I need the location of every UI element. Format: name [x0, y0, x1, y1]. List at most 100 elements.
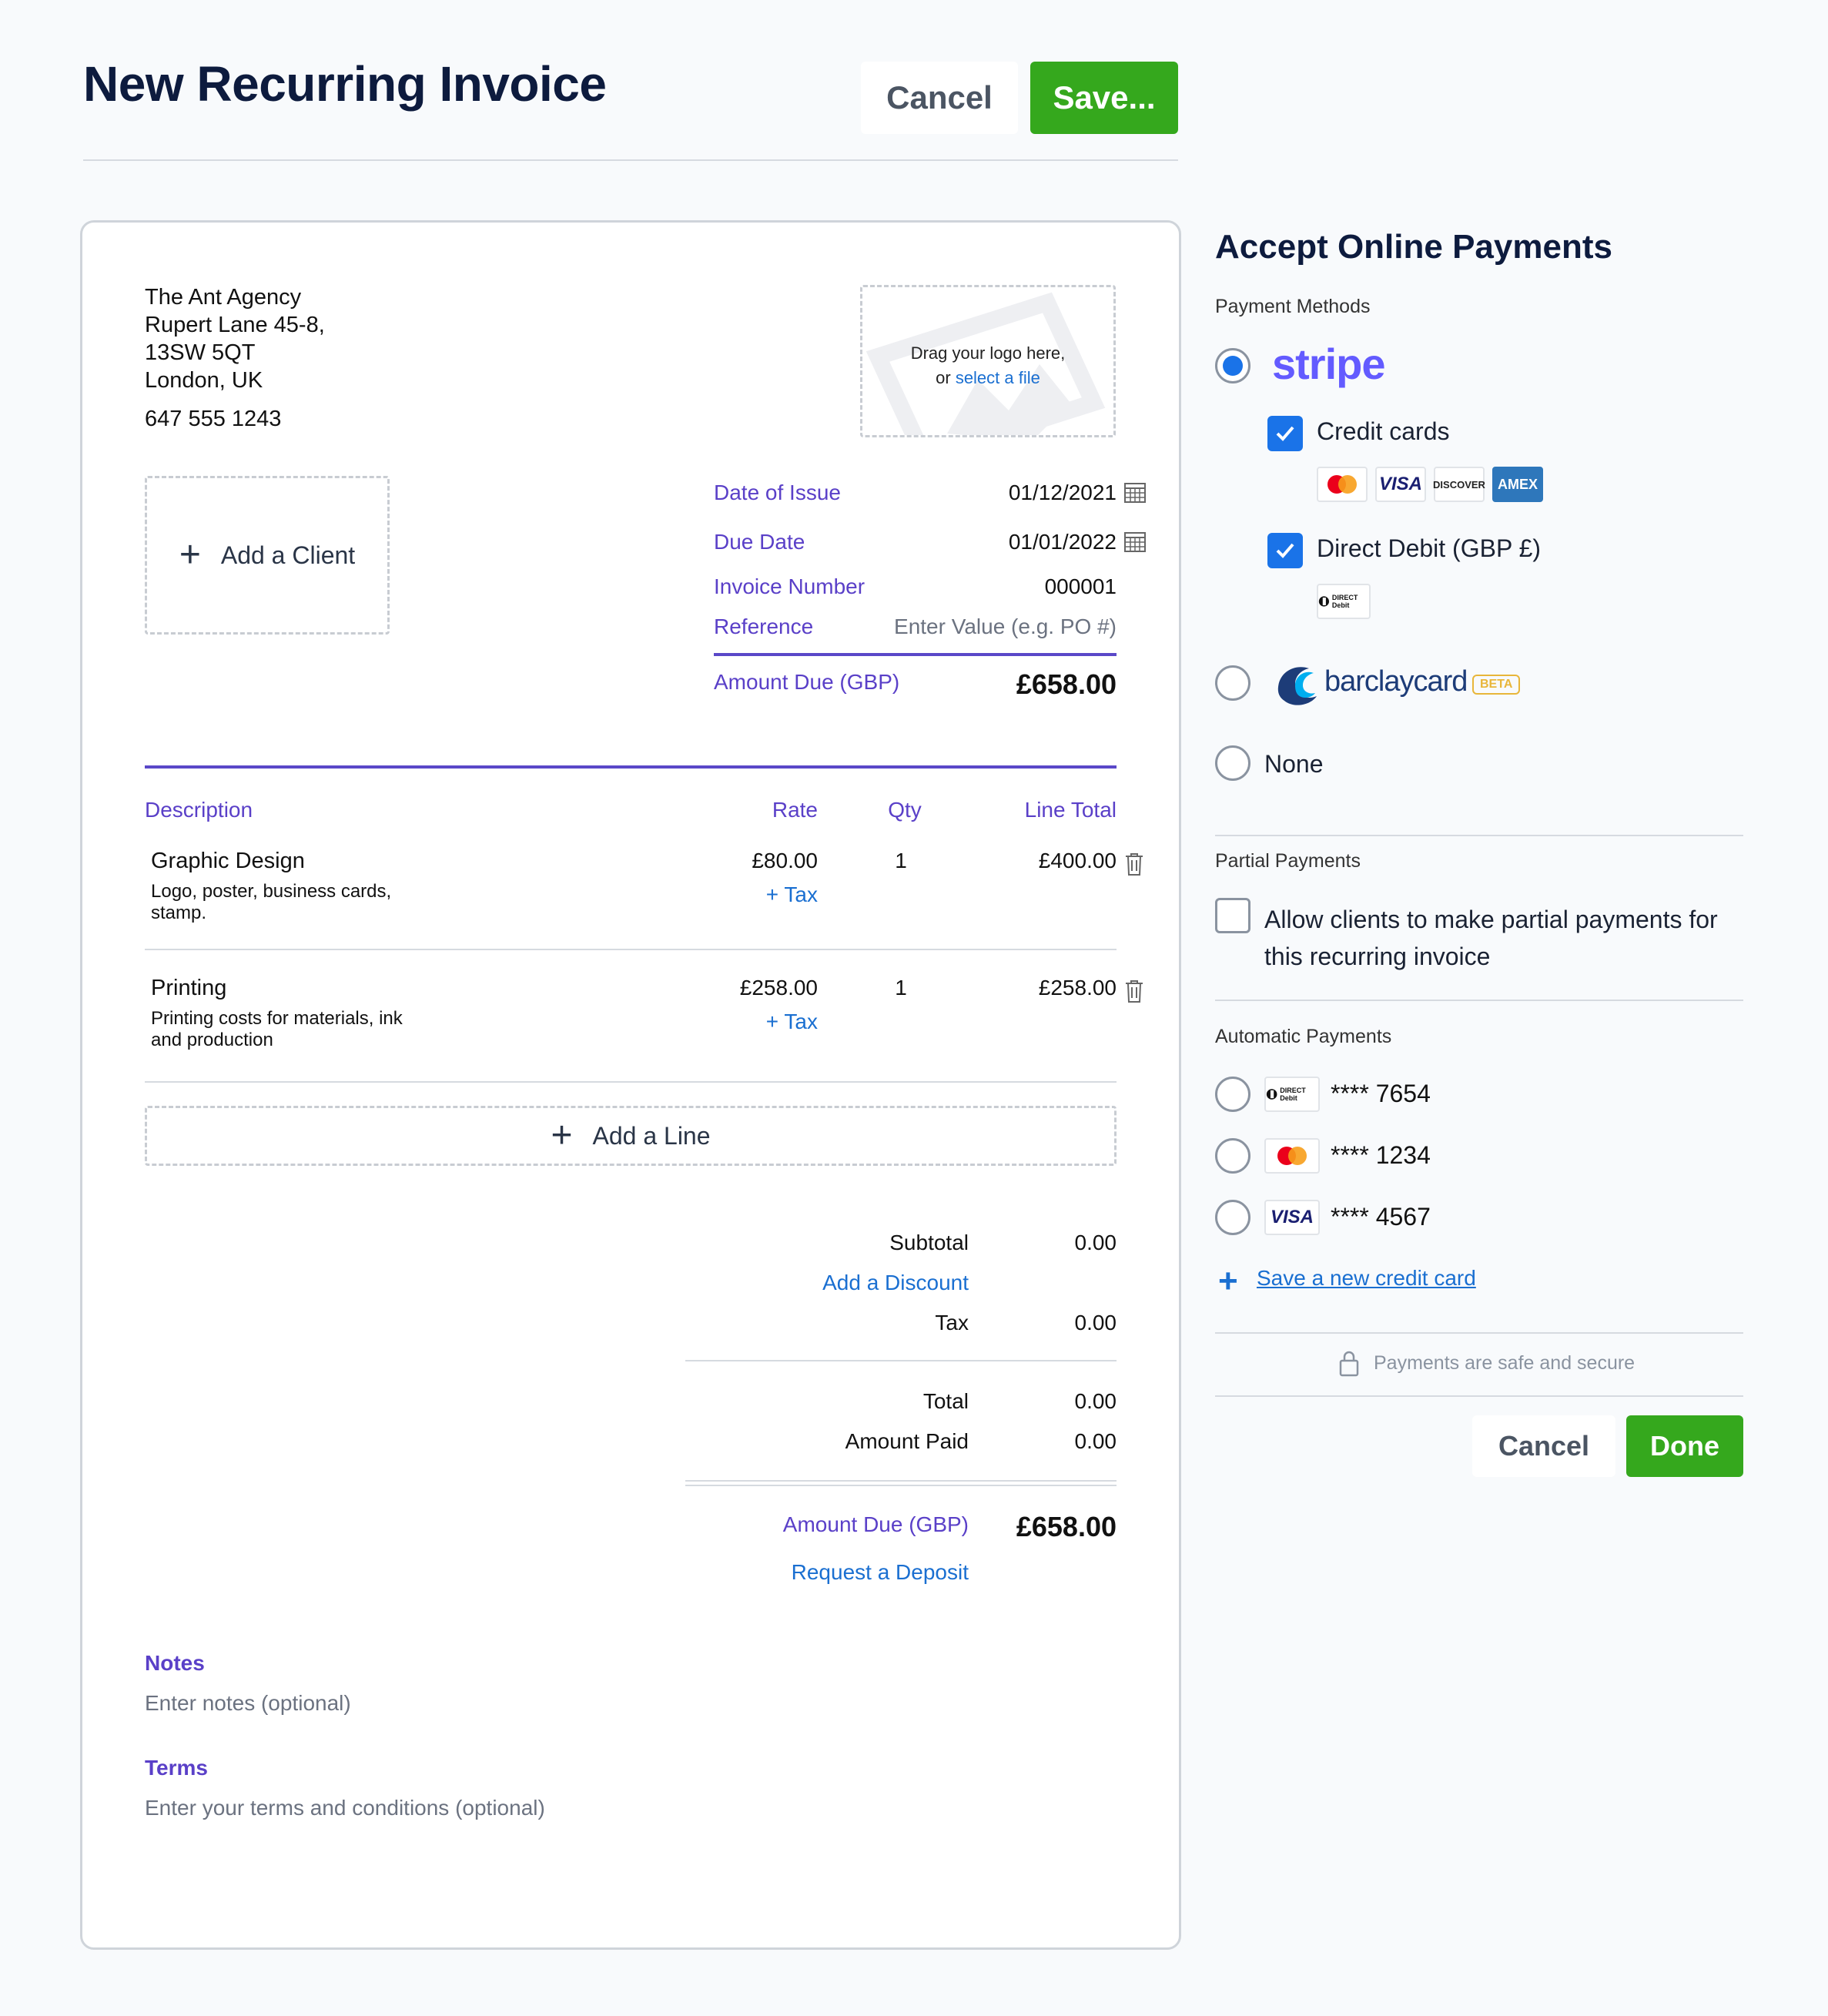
- business-name: The Ant Agency: [145, 285, 302, 310]
- business-phone: 647 555 1243: [145, 407, 282, 431]
- add-line-label: Add a Line: [592, 1121, 711, 1150]
- date-of-issue-label: Date of Issue: [714, 481, 841, 504]
- notes-label: Notes: [145, 1651, 205, 1675]
- item-rate[interactable]: £258.00: [693, 976, 818, 1000]
- line-total-header: Line Total: [1024, 798, 1117, 822]
- item-description-line: stamp.: [151, 903, 207, 923]
- description-header: Description: [145, 798, 253, 822]
- done-button[interactable]: Done: [1626, 1415, 1743, 1477]
- item-line-total: £400.00: [1038, 849, 1117, 872]
- partial-payments-checkbox[interactable]: [1215, 898, 1250, 933]
- save-new-card-link[interactable]: Save a new credit card: [1257, 1266, 1476, 1291]
- direct-debit-label: Direct Debit (GBP £): [1317, 534, 1542, 562]
- panel-divider: [1215, 1332, 1743, 1334]
- address-line: Rupert Lane 45-8,: [145, 313, 325, 337]
- row-divider: [145, 949, 1117, 950]
- total-value: 0.00: [1074, 1389, 1117, 1413]
- amount-due-total: £658.00: [1016, 1511, 1117, 1542]
- totals-divider: [685, 1360, 1117, 1361]
- cancel-payments-button[interactable]: Cancel: [1472, 1415, 1615, 1477]
- automatic-payments-label: Automatic Payments: [1215, 1026, 1392, 1047]
- item-title[interactable]: Printing: [151, 976, 226, 1001]
- add-client-button[interactable]: + Add a Client: [145, 476, 390, 635]
- plus-icon: +: [551, 1115, 573, 1156]
- subtotal-value: 0.00: [1074, 1231, 1117, 1254]
- calendar-icon[interactable]: [1123, 530, 1147, 553]
- item-description-line: Logo, poster, business cards,: [151, 881, 392, 902]
- none-label: None: [1264, 750, 1324, 778]
- subtotal-label: Subtotal: [889, 1231, 969, 1254]
- item-description-line: Printing costs for materials, ink: [151, 1008, 403, 1029]
- invoice-number-label: Invoice Number: [714, 574, 865, 598]
- auto-payment-number: **** 4567: [1331, 1203, 1431, 1231]
- amount-paid-label: Amount Paid: [845, 1429, 969, 1453]
- qty-header: Qty: [888, 798, 922, 822]
- amount-due-rule: [714, 653, 1117, 656]
- auto-payment-number: **** 1234: [1331, 1141, 1431, 1169]
- none-radio[interactable]: [1215, 745, 1250, 781]
- plus-icon[interactable]: +: [1218, 1264, 1238, 1298]
- cancel-button[interactable]: Cancel: [861, 62, 1018, 134]
- item-description[interactable]: Logo, poster, business cards, stamp.: [151, 881, 391, 924]
- amount-due-label: Amount Due (GBP): [714, 670, 900, 694]
- rate-header: Rate: [772, 798, 818, 822]
- auto-payment-radio[interactable]: [1215, 1138, 1250, 1174]
- address-line: London, UK: [145, 368, 263, 393]
- business-address[interactable]: The Ant Agency Rupert Lane 45-8, 13SW 5Q…: [145, 283, 325, 433]
- invoice-number-field[interactable]: 000001: [963, 574, 1117, 599]
- visa-icon: VISA: [1375, 467, 1426, 502]
- stripe-logo: stripe: [1272, 340, 1385, 388]
- terms-input[interactable]: Enter your terms and conditions (optiona…: [145, 1796, 545, 1820]
- stripe-radio[interactable]: [1215, 348, 1250, 383]
- due-date-field[interactable]: 01/01/2022: [963, 530, 1117, 554]
- row-divider: [145, 1081, 1117, 1083]
- reference-input[interactable]: Enter Value (e.g. PO #): [847, 615, 1117, 639]
- add-discount-link[interactable]: Add a Discount: [693, 1271, 969, 1295]
- calendar-icon[interactable]: [1123, 481, 1147, 504]
- item-rate[interactable]: £80.00: [693, 849, 818, 873]
- trash-icon[interactable]: [1123, 979, 1145, 1003]
- notes-input[interactable]: Enter notes (optional): [145, 1691, 351, 1716]
- item-title[interactable]: Graphic Design: [151, 849, 305, 874]
- totals-divider: [685, 1485, 1117, 1486]
- request-deposit-link[interactable]: Request a Deposit: [693, 1560, 969, 1585]
- amount-due-label: Amount Due (GBP): [782, 1512, 969, 1536]
- payment-methods-label: Payment Methods: [1215, 296, 1371, 317]
- panel-divider: [1215, 1395, 1743, 1397]
- item-description[interactable]: Printing costs for materials, ink and pr…: [151, 1008, 403, 1051]
- lock-icon: [1339, 1351, 1359, 1377]
- trash-icon[interactable]: [1123, 852, 1145, 876]
- save-button[interactable]: Save...: [1030, 62, 1178, 134]
- discover-icon: DISCOVER: [1433, 467, 1485, 502]
- terms-label: Terms: [145, 1756, 208, 1780]
- visa-icon: VISA: [1264, 1200, 1320, 1235]
- partial-text-line: Allow clients to make partial payments f…: [1264, 906, 1718, 933]
- barclaycard-logo: barclaycard: [1324, 665, 1468, 698]
- auto-payment-radio[interactable]: [1215, 1077, 1250, 1112]
- select-file-link[interactable]: select a file: [956, 368, 1040, 387]
- date-of-issue-field[interactable]: 01/12/2021: [963, 481, 1117, 505]
- credit-cards-checkbox[interactable]: [1267, 416, 1303, 451]
- payments-title: Accept Online Payments: [1215, 228, 1612, 266]
- check-icon: [1276, 543, 1294, 558]
- beta-badge: BETA: [1472, 675, 1521, 695]
- item-qty[interactable]: 1: [839, 849, 963, 873]
- barclaycard-radio[interactable]: [1215, 665, 1250, 701]
- address-line: 13SW 5QT: [145, 340, 256, 365]
- due-date-label: Due Date: [714, 530, 805, 554]
- table-top-rule: [145, 765, 1117, 769]
- amex-icon: AMEX: [1492, 467, 1543, 502]
- logo-dropzone[interactable]: Drag your logo here, or select a file: [860, 285, 1116, 437]
- totals-divider: [685, 1480, 1117, 1482]
- check-icon: [1276, 426, 1294, 441]
- add-tax-link[interactable]: + Tax: [693, 882, 818, 907]
- add-line-button[interactable]: + Add a Line: [145, 1106, 1117, 1166]
- auto-payment-radio[interactable]: [1215, 1200, 1250, 1235]
- item-qty[interactable]: 1: [839, 976, 963, 1000]
- add-tax-link[interactable]: + Tax: [693, 1010, 818, 1034]
- auto-payment-number: **** 7654: [1331, 1080, 1431, 1107]
- add-client-label: Add a Client: [220, 541, 356, 569]
- partial-payments-text: Allow clients to make partial payments f…: [1264, 901, 1718, 975]
- direct-debit-checkbox[interactable]: [1267, 533, 1303, 568]
- partial-payments-label: Partial Payments: [1215, 850, 1361, 872]
